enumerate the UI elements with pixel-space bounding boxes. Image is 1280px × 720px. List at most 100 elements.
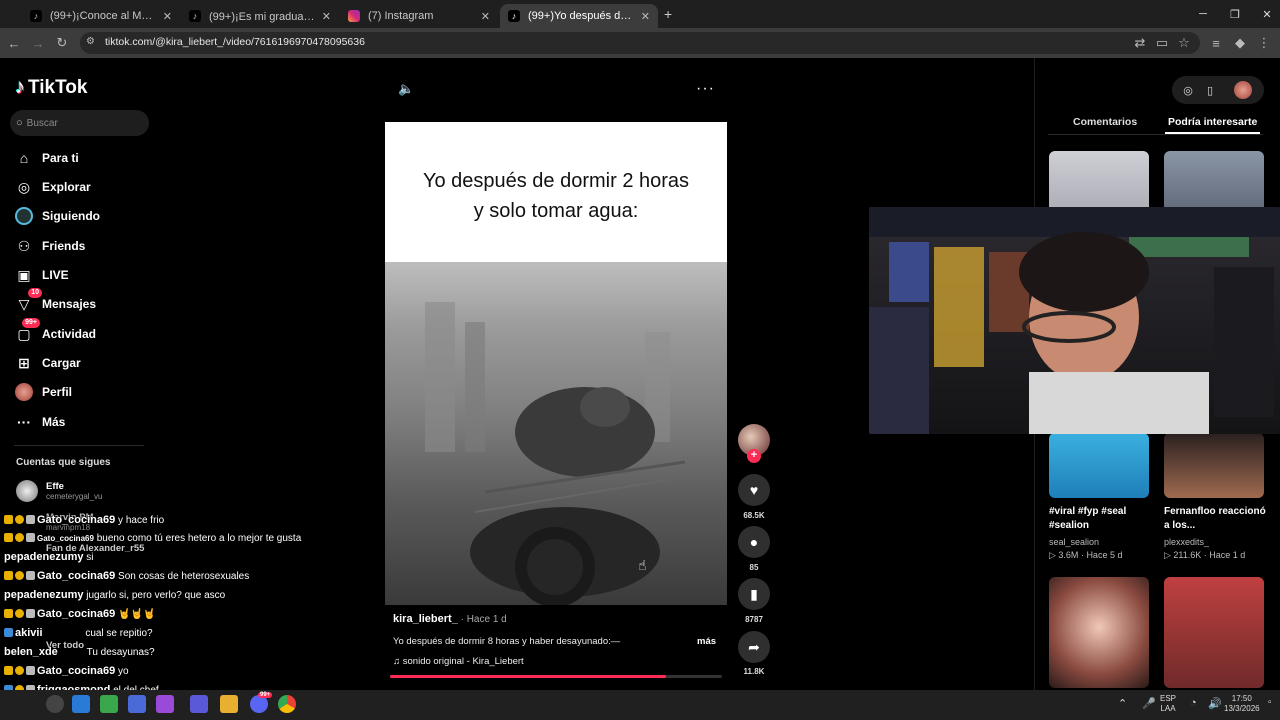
tab-1[interactable]: ♪ (99+)¡Conoce al Mandarina! Ar ✕ bbox=[22, 4, 180, 28]
sidebar-item-mas[interactable]: ··· Más bbox=[14, 410, 65, 434]
related-author-1[interactable]: seal_sealion bbox=[1049, 536, 1099, 549]
install-app-icon[interactable]: ▭ bbox=[1152, 33, 1172, 53]
related-when-2: Hace 1 d bbox=[1209, 550, 1246, 560]
sidebar-item-siguiendo[interactable]: Siguiendo bbox=[14, 204, 100, 228]
tray-chevron-icon[interactable]: ⌃ bbox=[1118, 697, 1127, 710]
related-author-2[interactable]: plexxedits_ bbox=[1164, 536, 1209, 549]
xbox-icon[interactable] bbox=[100, 695, 118, 713]
device-icon[interactable]: ▯ bbox=[1202, 82, 1218, 98]
related-thumbnail-6[interactable] bbox=[1164, 577, 1264, 688]
follow-plus-icon[interactable]: + bbox=[747, 449, 761, 463]
forward-icon[interactable]: → bbox=[28, 33, 48, 53]
reload-icon[interactable]: ↻ bbox=[52, 33, 72, 53]
tab-title: (99+)¡Conoce al Mandarina! Ar bbox=[50, 10, 157, 22]
app-icon-2[interactable] bbox=[156, 695, 174, 713]
related-thumbnail-4[interactable] bbox=[1164, 433, 1264, 498]
clock[interactable]: 17:50 13/3/2026 bbox=[1224, 694, 1260, 714]
close-icon[interactable]: ✕ bbox=[641, 10, 650, 23]
following-avatar[interactable] bbox=[16, 480, 38, 502]
notifications-icon[interactable]: ▫ bbox=[1268, 697, 1272, 708]
video-player[interactable]: Yo después de dormir 2 horas y solo toma… bbox=[385, 122, 727, 605]
chat-user: Gato_cocina69 bbox=[37, 665, 116, 677]
sidebar-item-cargar[interactable]: ⊞ Cargar bbox=[14, 351, 81, 375]
save-button[interactable]: ▮ bbox=[738, 578, 770, 610]
tabs-baseline bbox=[1048, 134, 1263, 135]
sidebar-item-label: Friends bbox=[42, 239, 86, 253]
url-text[interactable]: tiktok.com/@kira_liebert_/video/76161969… bbox=[105, 36, 365, 48]
tab-podria-interesarte[interactable]: Podría interesarte bbox=[1168, 116, 1257, 128]
tab-2[interactable]: ♪ (99+)¡Es mi graduación! 🎓 | Tik ✕ bbox=[181, 4, 339, 28]
chat-user: Gato_cocina69 bbox=[37, 608, 116, 620]
close-icon[interactable]: ✕ bbox=[322, 10, 331, 23]
comment-button[interactable]: ● bbox=[738, 526, 770, 558]
like-button[interactable]: ♥ bbox=[738, 474, 770, 506]
sidebar-item-actividad[interactable]: ▢ 99+ Actividad bbox=[14, 318, 96, 346]
following-name[interactable]: Effe bbox=[46, 481, 64, 492]
mouse-cursor-icon: ☝ bbox=[638, 557, 647, 573]
tab-title: (99+)Yo después de dormir 8 h bbox=[528, 10, 635, 22]
related-thumbnail-5[interactable] bbox=[1049, 577, 1149, 688]
sidebar-item-live[interactable]: ▣ LIVE bbox=[14, 263, 68, 287]
bookmark-star-icon[interactable]: ☆ bbox=[1174, 33, 1194, 53]
back-icon[interactable]: ← bbox=[4, 33, 24, 53]
browser-menu-icon[interactable]: ⋮ bbox=[1254, 33, 1274, 53]
site-info-icon[interactable]: ⚙ bbox=[86, 36, 95, 47]
chat-text: Son cosas de heterosexuales bbox=[118, 571, 250, 582]
related-views-1: 3.6M bbox=[1058, 550, 1079, 560]
app-icon[interactable] bbox=[128, 695, 146, 713]
new-tab-plus-icon[interactable]: + bbox=[664, 6, 672, 22]
window-close-icon[interactable]: ✕ bbox=[1250, 4, 1280, 24]
extensions-icon[interactable]: ◆ bbox=[1230, 33, 1250, 53]
instagram-favicon-icon bbox=[348, 10, 360, 22]
video-more-icon[interactable]: ··· bbox=[696, 80, 715, 98]
edge-icon[interactable] bbox=[72, 695, 90, 713]
compass-icon: ◎ bbox=[17, 178, 31, 195]
wifi-icon[interactable]: ◔ bbox=[1190, 697, 1197, 709]
chrome-icon[interactable] bbox=[278, 695, 296, 713]
save-count: 8787 bbox=[745, 615, 763, 624]
search-input[interactable]: ○ Buscar bbox=[10, 110, 149, 136]
sidebar-item-para-ti[interactable]: ⌂ Para ti bbox=[14, 146, 79, 170]
language-indicator[interactable]: ESP LAA bbox=[1160, 694, 1176, 714]
tab-4-active[interactable]: ♪ (99+)Yo después de dormir 8 h ✕ bbox=[500, 4, 658, 28]
chat-text: y hace frio bbox=[118, 515, 165, 526]
search-taskbar-icon[interactable] bbox=[46, 695, 64, 713]
sidebar-item-mensajes[interactable]: ▽ 10 Mensajes bbox=[14, 288, 96, 316]
related-title-2[interactable]: Fernanfloo reaccionó a los... bbox=[1164, 505, 1272, 533]
sidebar-item-label: Para ti bbox=[42, 151, 79, 165]
translate-icon[interactable]: ⇄ bbox=[1130, 33, 1150, 53]
video-description: Yo después de dormir 8 horas y haber des… bbox=[393, 636, 621, 647]
close-icon[interactable]: ✕ bbox=[481, 10, 490, 23]
sidebar-item-friends[interactable]: ⚇ Friends bbox=[14, 234, 86, 258]
mic-icon[interactable]: 🎤 bbox=[1142, 697, 1156, 710]
close-icon[interactable]: ✕ bbox=[163, 10, 172, 23]
maximize-icon[interactable]: ❐ bbox=[1218, 4, 1252, 24]
tab-search-icon[interactable]: ≡ bbox=[1206, 33, 1226, 53]
related-title-1[interactable]: #viral #fyp #seal #sealion bbox=[1049, 505, 1157, 533]
sidebar-item-perfil[interactable]: Perfil bbox=[14, 380, 72, 404]
explore-compass-icon[interactable]: ◎ bbox=[1180, 82, 1196, 98]
share-button[interactable]: ➦ bbox=[738, 631, 770, 663]
share-count: 11.8K bbox=[743, 667, 765, 676]
sidebar-item-explorar[interactable]: ◎ Explorar bbox=[14, 175, 91, 199]
volume-icon[interactable]: 🔈 bbox=[398, 81, 418, 99]
related-thumbnail-3[interactable] bbox=[1049, 433, 1149, 498]
speaker-icon[interactable]: 🔊 bbox=[1208, 697, 1222, 710]
video-progress-bar[interactable] bbox=[390, 675, 722, 678]
user-avatar[interactable] bbox=[1234, 81, 1252, 99]
chat-message: Gato_cocina69 bueno como tú eres hetero … bbox=[4, 532, 301, 545]
author-name[interactable]: kira_liebert_ bbox=[393, 613, 458, 625]
chat-text: 🤘🤘🤘 bbox=[118, 609, 156, 620]
description-more-link[interactable]: más bbox=[697, 636, 716, 647]
obs-icon[interactable] bbox=[190, 695, 208, 713]
tiktok-logo[interactable]: ♪ TikTok bbox=[15, 76, 87, 99]
bookmark-icon: ▮ bbox=[750, 585, 758, 602]
webcam-overlay bbox=[869, 207, 1280, 434]
sound-link[interactable]: ♫ sonido original - Kira_Liebert bbox=[393, 656, 524, 667]
tab-comentarios[interactable]: Comentarios bbox=[1073, 116, 1137, 128]
tab-3[interactable]: (7) Instagram ✕ bbox=[340, 4, 498, 28]
file-explorer-icon[interactable] bbox=[220, 695, 238, 713]
minimize-icon[interactable]: ─ bbox=[1186, 4, 1220, 24]
video-author[interactable]: kira_liebert_ · Hace 1 d bbox=[393, 613, 507, 625]
sound-name: sonido original - Kira_Liebert bbox=[402, 656, 524, 667]
